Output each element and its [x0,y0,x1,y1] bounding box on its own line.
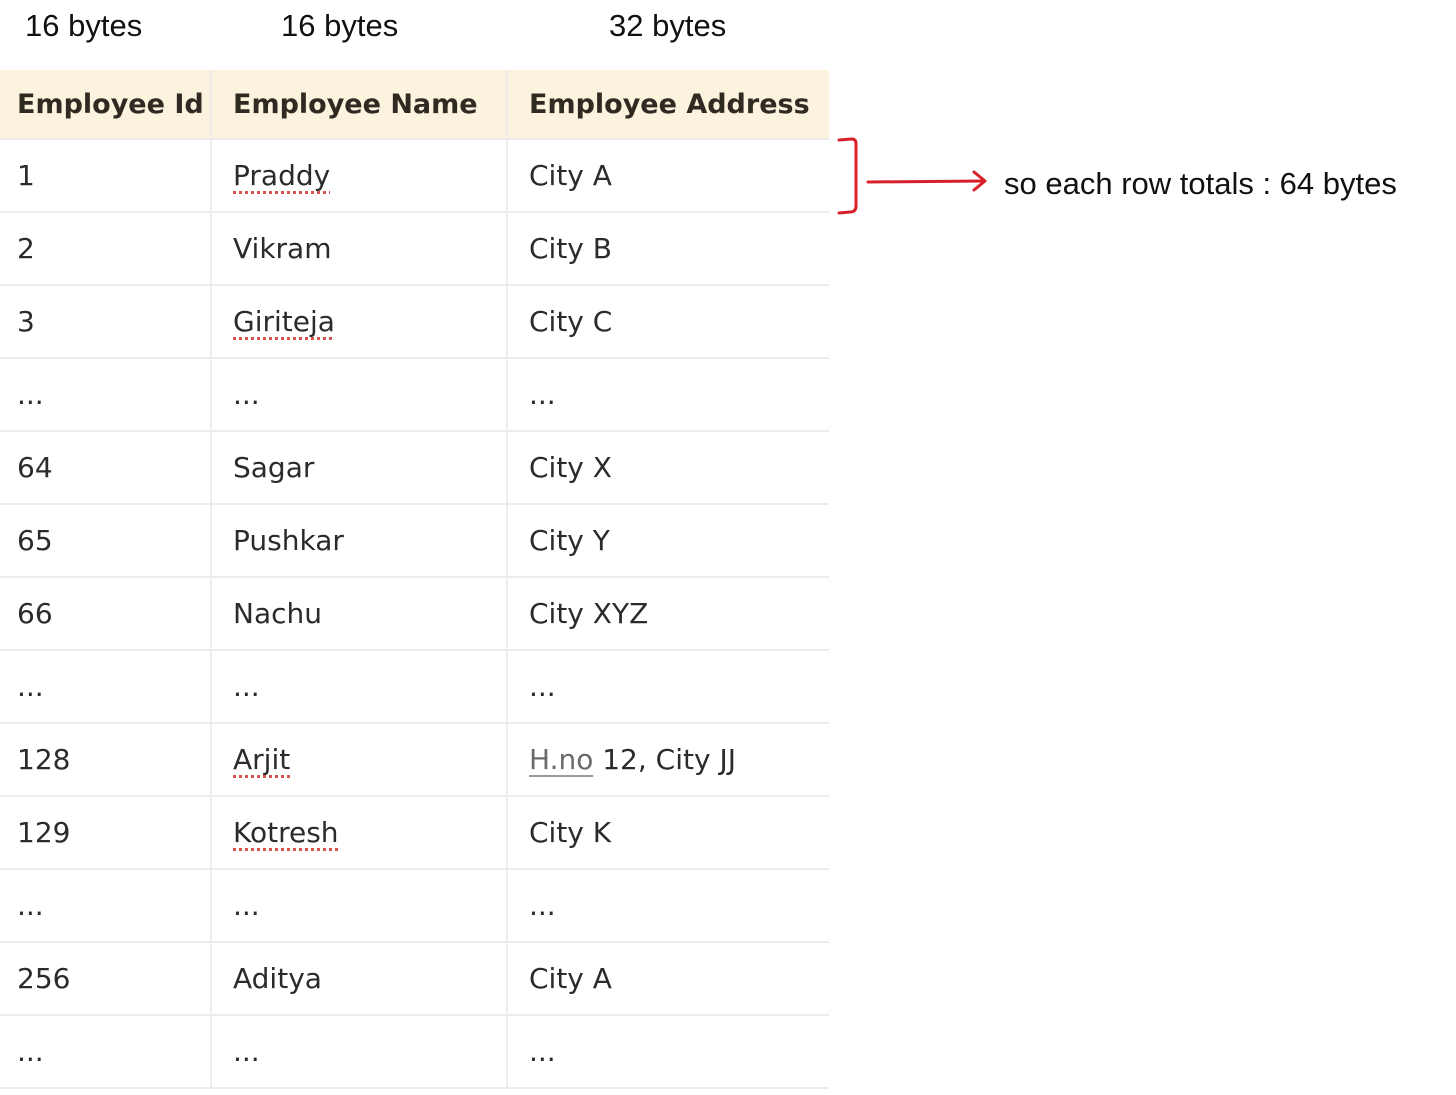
address-prefix: H.no [529,743,594,776]
header-employee-address: Employee Address [529,88,810,120]
cell-id: ... [0,651,212,722]
cell-address: City C [529,305,613,338]
column-size-label-address: 32 bytes [609,8,727,43]
arrow-line-icon [866,179,986,184]
cell-address: H.no 12, City JJ [508,724,829,795]
table-row: 66 Nachu City XYZ [0,578,829,651]
table-row: 128 Arjit H.no 12, City JJ [0,724,829,797]
cell-id: 2 [0,213,212,284]
row-total-annotation: so each row totals : 64 bytes [1004,166,1397,201]
cell-name: ... [212,1016,508,1087]
table-row: ... ... ... [0,651,829,724]
cell-address: City X [529,451,612,484]
table-row: 64 Sagar City X [0,432,829,505]
table-header-row: Employee Id Employee Name Employee Addre… [0,70,829,140]
header-employee-name: Employee Name [212,70,508,138]
cell-address: City Y [529,524,610,557]
cell-name: Vikram [212,213,508,284]
cell-address: City B [529,232,612,265]
table-row: ... ... ... [0,359,829,432]
cell-id: 66 [0,578,212,649]
row-bracket-arrow-icon [837,137,987,215]
cell-id: 129 [0,797,212,868]
address-rest: 12, City JJ [593,743,736,776]
employee-table: Employee Id Employee Name Employee Addre… [0,70,829,1089]
column-size-label-name: 16 bytes [281,8,399,43]
cell-name: Arjit [212,724,508,795]
name-text: Arjit [233,743,291,776]
cell-address: ... [529,378,556,411]
cell-address: City A [529,159,612,192]
table-row: ... ... ... [0,870,829,943]
cell-id: ... [0,1016,212,1087]
cell-address: ... [529,670,556,703]
header-employee-id: Employee Id [0,70,212,138]
cell-name: Praddy [212,140,508,211]
cell-name: Pushkar [212,505,508,576]
name-text: Giriteja [233,305,335,338]
cell-address: City XYZ [529,597,649,630]
table-row: 256 Aditya City A [0,943,829,1016]
cell-name: Aditya [212,943,508,1014]
name-text: Praddy [233,159,331,192]
cell-id: 64 [0,432,212,503]
cell-id: 256 [0,943,212,1014]
cell-id: 3 [0,286,212,357]
cell-address: City A [529,962,612,995]
cell-name: Sagar [212,432,508,503]
table-row: 1 Praddy City A [0,140,829,213]
cell-id: 65 [0,505,212,576]
column-size-label-id: 16 bytes [25,8,143,43]
cell-address: ... [529,1035,556,1068]
cell-id: 128 [0,724,212,795]
cell-name: ... [212,870,508,941]
table-row: ... ... ... [0,1016,829,1089]
cell-name: Giriteja [212,286,508,357]
cell-name: Kotresh [212,797,508,868]
cell-id: ... [0,359,212,430]
cell-id: 1 [0,140,212,211]
bracket-icon [837,137,858,215]
table-row: 3 Giriteja City C [0,286,829,359]
cell-id: ... [0,870,212,941]
table-row: 65 Pushkar City Y [0,505,829,578]
cell-name: ... [212,651,508,722]
table-row: 129 Kotresh City K [0,797,829,870]
name-text: Kotresh [233,816,339,849]
cell-name: ... [212,359,508,430]
cell-address: ... [529,889,556,922]
cell-name: Nachu [212,578,508,649]
table-row: 2 Vikram City B [0,213,829,286]
cell-address: City K [529,816,612,849]
